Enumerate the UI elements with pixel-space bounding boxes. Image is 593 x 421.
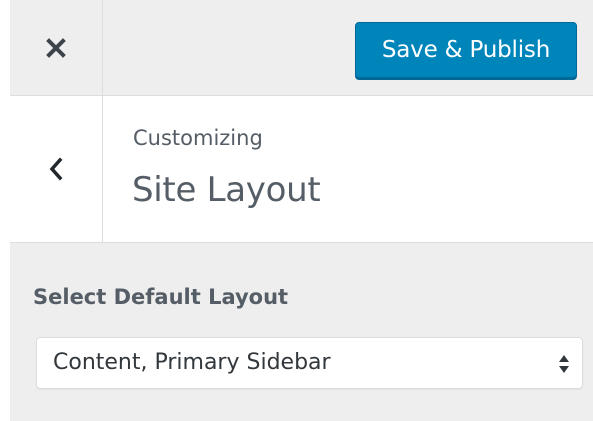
back-button[interactable]: [10, 96, 103, 242]
section-header: Customizing Site Layout: [10, 96, 593, 243]
default-layout-select[interactable]: Content, Primary Sidebar: [36, 337, 583, 389]
close-button[interactable]: [10, 0, 103, 95]
select-arrows-icon: [559, 355, 569, 373]
close-icon: [46, 37, 66, 58]
breadcrumb: Customizing: [133, 126, 263, 150]
chevron-left-icon: [49, 157, 63, 181]
save-publish-button[interactable]: Save & Publish: [355, 22, 577, 78]
section-title: Site Layout: [132, 170, 321, 210]
select-value: Content, Primary Sidebar: [53, 350, 331, 375]
layout-select-label: Select Default Layout: [33, 285, 289, 309]
customizer-panel: Save & Publish Customizing Site Layout S…: [10, 0, 593, 421]
customizer-header: Save & Publish: [10, 0, 593, 96]
